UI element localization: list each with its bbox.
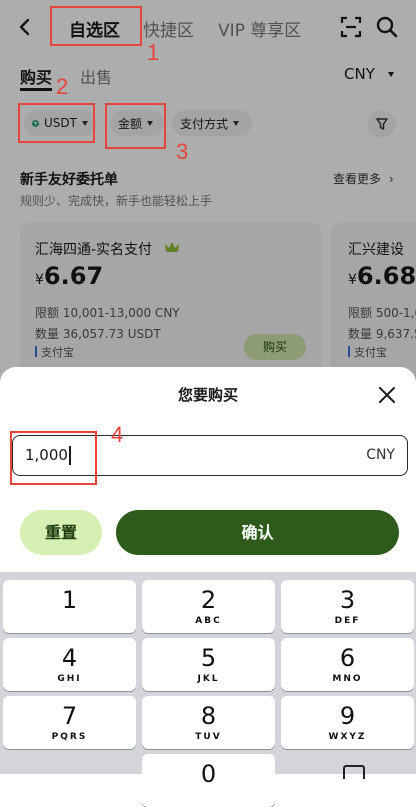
backspace-icon[interactable] (343, 765, 365, 779)
numeric-keypad: 1 2 ABC 3 DEF 4 GHI 5 JKL 6 MNO 7 PQRS 8… (0, 572, 416, 807)
key-letters: JKL (197, 674, 220, 684)
annotation-label-1: 1 (147, 40, 160, 65)
annotation-label-4: 4 (111, 422, 124, 447)
key-digit: 4 (61, 644, 78, 672)
key-digit: 7 (61, 702, 78, 730)
key-4[interactable]: 4 GHI (3, 638, 136, 691)
key-8[interactable]: 8 TUV (142, 696, 275, 749)
key-digit: 9 (339, 702, 356, 730)
annotation-box-2 (18, 103, 95, 143)
key-6[interactable]: 6 MNO (281, 638, 414, 691)
sheet-title: 您要购买 (177, 386, 238, 404)
amount-unit: CNY (366, 447, 395, 463)
key-letters: DEF (334, 616, 361, 626)
key-7[interactable]: 7 PQRS (3, 696, 136, 749)
annotation-label-3: 3 (176, 139, 189, 164)
annotation-label-2: 2 (56, 74, 69, 99)
key-digit: 2 (200, 586, 217, 614)
key-digit: 5 (200, 644, 217, 672)
key-digit: 1 (61, 586, 78, 614)
key-letters: MNO (332, 674, 363, 684)
key-letters: TUV (195, 732, 222, 742)
key-5[interactable]: 5 JKL (142, 638, 275, 691)
key-digit: 8 (200, 702, 217, 730)
close-icon[interactable] (376, 384, 398, 406)
key-letters: ABC (195, 616, 222, 626)
key-3[interactable]: 3 DEF (281, 580, 414, 633)
key-1[interactable]: 1 (3, 580, 136, 633)
key-digit: 6 (339, 644, 356, 672)
key-letters: GHI (57, 674, 82, 684)
key-digit: 3 (339, 586, 356, 614)
confirm-button[interactable]: 确认 (116, 510, 399, 555)
key-2[interactable]: 2 ABC (142, 580, 275, 633)
key-9[interactable]: 9 WXYZ (281, 696, 414, 749)
key-letters: WXYZ (328, 732, 367, 742)
key-letters: PQRS (51, 732, 88, 742)
annotation-box-4 (10, 431, 97, 485)
annotation-box-1 (50, 6, 142, 46)
key-digit: 0 (200, 760, 217, 788)
key-0[interactable]: 0 (142, 754, 275, 807)
annotation-box-3 (105, 103, 166, 149)
reset-button[interactable]: 重置 (20, 510, 102, 555)
